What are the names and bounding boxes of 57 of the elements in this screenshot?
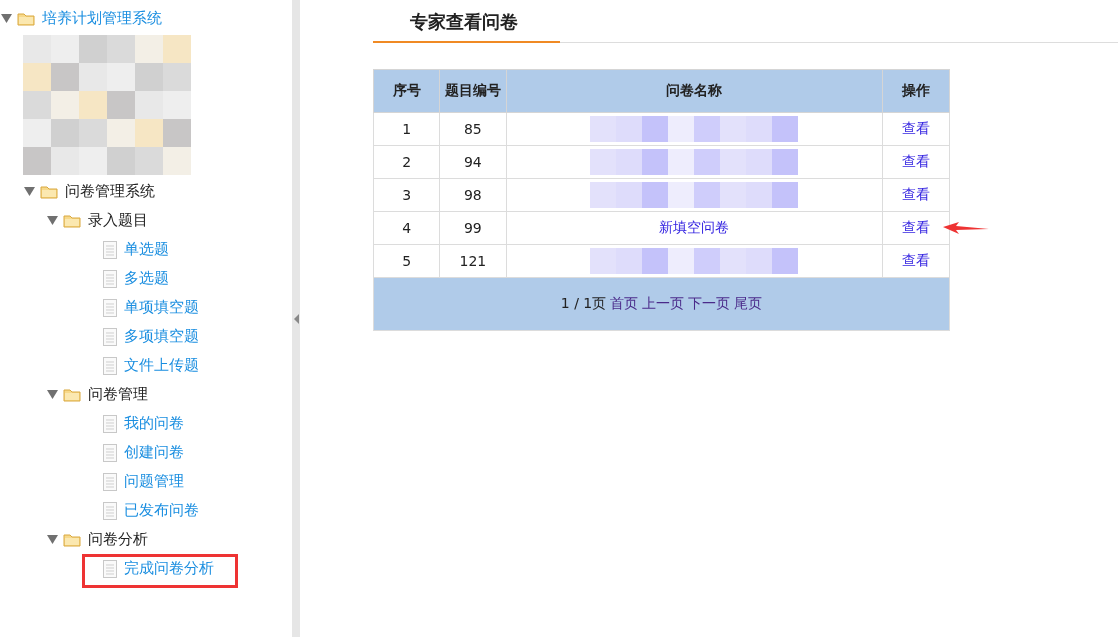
table-cell: 121 [439,244,507,278]
table-cell: 新填空问卷 [506,211,883,245]
document-icon [103,298,117,317]
tree-folder-label[interactable]: 问卷分析 [86,529,150,550]
tree-item-link[interactable]: 问题管理 [122,471,186,492]
column-header: 序号 [373,69,440,113]
tree-folder-label[interactable]: 录入题目 [86,210,150,231]
document-icon [103,414,117,433]
tree-folder-label[interactable]: 问卷管理系统 [63,181,157,202]
tree-item-link[interactable]: 多选题 [122,268,171,289]
document-icon [103,356,117,375]
folder-icon [40,184,58,199]
page-info: 1 / 1页 [560,295,607,311]
table-cell: 94 [439,145,507,179]
tree-item-link[interactable]: 完成问卷分析 [122,558,216,579]
document-icon [103,501,117,520]
pager-link[interactable]: 尾页 [734,295,763,311]
table-cell: 3 [373,178,440,212]
table-cell: 85 [439,112,507,146]
tree-item-link[interactable]: 文件上传题 [122,355,201,376]
collapse-arrow-icon[interactable] [293,313,299,324]
expand-arrow-icon[interactable] [46,390,58,399]
tree-item-link[interactable]: 我的问卷 [122,413,186,434]
page-title: 专家查看问卷 [373,10,560,43]
document-icon [103,269,117,288]
pager-link[interactable]: 首页 [610,295,639,311]
folder-icon [63,213,81,228]
document-icon [103,559,117,578]
pager-link[interactable]: 上一页 [642,295,685,311]
table-cell: 98 [439,178,507,212]
document-icon [103,327,117,346]
folder-icon [17,11,35,26]
tree-item-link[interactable]: 单选题 [122,239,171,260]
document-icon [103,472,117,491]
table-cell: 1 [373,112,440,146]
table-cell: 5 [373,244,440,278]
pager-link[interactable]: 下一页 [688,295,731,311]
tree-item-link[interactable]: 已发布问卷 [122,500,201,521]
column-header: 问卷名称 [506,69,883,113]
tree-folder-label[interactable]: 问卷管理 [86,384,150,405]
document-icon [103,443,117,462]
table-cell: 4 [373,211,440,245]
tree-item-link[interactable]: 单项填空题 [122,297,201,318]
tree-item-link[interactable]: 多项填空题 [122,326,201,347]
folder-icon [63,387,81,402]
expand-arrow-icon[interactable] [46,216,58,225]
column-header: 操作 [882,69,950,113]
expand-arrow-icon[interactable] [0,14,12,23]
expand-arrow-icon[interactable] [46,535,58,544]
tree-item-link[interactable]: 创建问卷 [122,442,186,463]
folder-icon [63,532,81,547]
table-cell: 2 [373,145,440,179]
column-header: 题目编号 [439,69,507,113]
document-icon [103,240,117,259]
tree-folder-label[interactable]: 培养计划管理系统 [40,8,164,29]
table-cell: 99 [439,211,507,245]
expand-arrow-icon[interactable] [23,187,35,196]
